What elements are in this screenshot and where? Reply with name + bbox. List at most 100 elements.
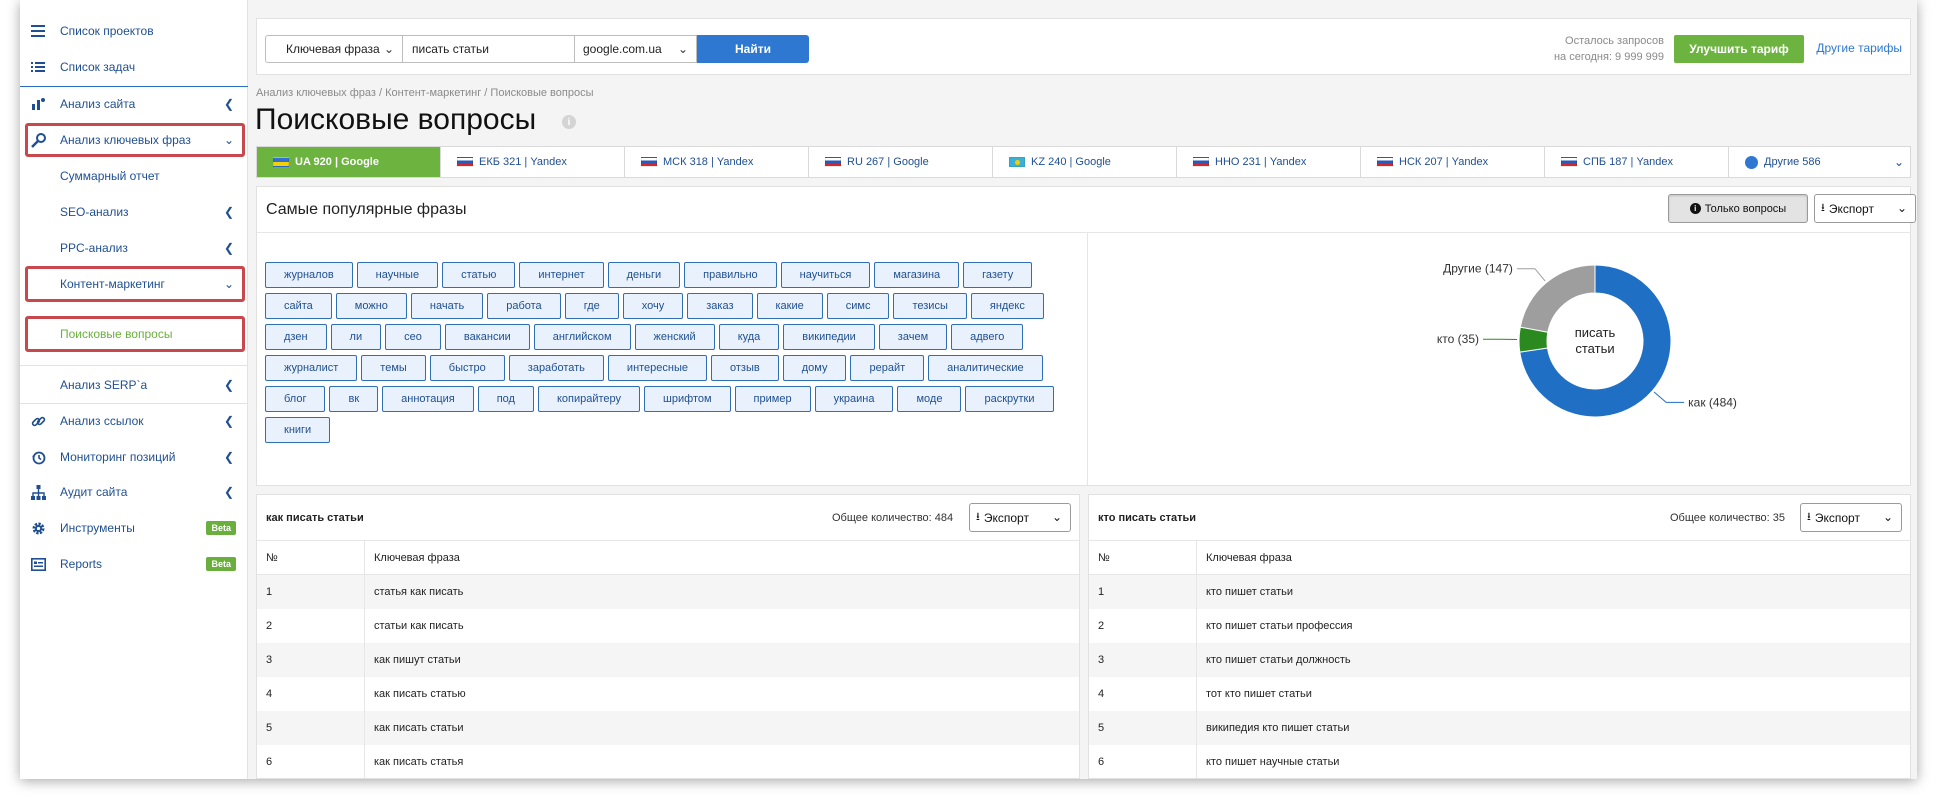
phrase-tag[interactable]: газету xyxy=(963,262,1033,288)
phrase-tag[interactable]: журналов xyxy=(265,262,353,288)
phrase-tag[interactable]: женский xyxy=(634,324,715,350)
sidebar-item-keyword-analysis[interactable]: Анализ ключевых фраз ⌄ xyxy=(20,123,248,157)
export-button[interactable]: ⭳ Экспорт ⌄ xyxy=(969,503,1071,532)
find-button[interactable]: Найти xyxy=(697,35,809,63)
sidebar-item-positions[interactable]: Мониторинг позиций ❮ xyxy=(20,440,248,474)
phrase-tag[interactable]: книги xyxy=(265,417,331,443)
sidebar-item-site-analysis[interactable]: Анализ сайта ❮ xyxy=(20,87,248,121)
phrase-tag[interactable]: заработать xyxy=(508,355,604,381)
phrase-tag[interactable]: работа xyxy=(487,293,561,319)
phrase-tag[interactable]: где xyxy=(564,293,619,319)
phrase-tag[interactable]: блог xyxy=(265,386,326,412)
sidebar-item-content-marketing[interactable]: Контент-маркетинг ⌄ xyxy=(20,267,248,301)
phrase-tag[interactable]: куда xyxy=(718,324,780,350)
table-row[interactable]: 1 статья как писать xyxy=(257,575,1079,609)
tab-ekb-yandex[interactable]: ЕКБ 321 | Yandex xyxy=(441,147,625,177)
phrase-tag[interactable]: интересные xyxy=(607,355,708,381)
phrase-tag[interactable]: журналист xyxy=(265,355,358,381)
sidebar-item-summary[interactable]: Суммарный отчет xyxy=(20,159,248,193)
column-keyword[interactable]: Ключевая фраза xyxy=(1197,541,1910,574)
phrase-tag[interactable]: яндекс xyxy=(970,293,1044,319)
column-keyword[interactable]: Ключевая фраза xyxy=(365,541,1079,574)
phrase-tag[interactable]: дому xyxy=(782,355,847,381)
phrase-tag[interactable]: быстро xyxy=(429,355,505,381)
column-number[interactable]: № xyxy=(257,541,365,574)
sidebar-item-reports[interactable]: Reports Beta xyxy=(20,547,248,581)
phrase-tag[interactable]: английском xyxy=(533,324,631,350)
phrase-tag[interactable]: пример xyxy=(734,386,811,412)
phrase-tag[interactable]: интернет xyxy=(519,262,604,288)
phrase-tag[interactable]: отзыв xyxy=(711,355,779,381)
table-row[interactable]: 2 статьи как писать xyxy=(257,609,1079,643)
table-row[interactable]: 5 как писать статьи xyxy=(257,711,1079,745)
phrase-tag[interactable]: научные xyxy=(356,262,439,288)
phrase-tag[interactable]: википедии xyxy=(783,324,875,350)
phrase-tag[interactable]: моде xyxy=(897,386,962,412)
donut-slice[interactable] xyxy=(1519,264,1596,333)
breadcrumb[interactable]: Анализ ключевых фраз / Контент-маркетинг… xyxy=(256,87,594,99)
upgrade-tariff-button[interactable]: Улучшить тариф xyxy=(1674,35,1804,63)
tab-kz-google[interactable]: KZ 240 | Google xyxy=(993,147,1177,177)
sidebar-item-serp-analysis[interactable]: Анализ SERP`а ❮ xyxy=(20,368,248,402)
phrase-tag[interactable]: хочу xyxy=(622,293,684,319)
phrase-tag[interactable]: рерайт xyxy=(850,355,925,381)
phrase-tag[interactable]: начать xyxy=(410,293,484,319)
column-number[interactable]: № xyxy=(1089,541,1197,574)
search-type-select[interactable]: Ключевая фраза ⌄ xyxy=(265,35,403,63)
table-row[interactable]: 4 тот кто пишет статьи xyxy=(1089,677,1910,711)
phrase-tag[interactable]: аннотация xyxy=(382,386,474,412)
phrase-tag[interactable]: тезисы xyxy=(893,293,967,319)
table-row[interactable]: 6 кто пишет научные статьи xyxy=(1089,745,1910,778)
phrase-tag[interactable]: заказ xyxy=(687,293,753,319)
phrase-tag[interactable]: вк xyxy=(329,386,379,412)
phrase-tag[interactable]: вакансии xyxy=(444,324,530,350)
phrase-tag[interactable]: можно xyxy=(335,293,407,319)
phrase-tag[interactable]: деньги xyxy=(607,262,681,288)
sidebar-item-tasks[interactable]: Список задач xyxy=(20,50,248,84)
export-button[interactable]: ⭳ Экспорт ⌄ xyxy=(1800,503,1902,532)
table-row[interactable]: 3 кто пишет статьи должность xyxy=(1089,643,1910,677)
phrase-tag[interactable]: сайта xyxy=(265,293,332,319)
table-row[interactable]: 5 википедия кто пишет статьи xyxy=(1089,711,1910,745)
table-row[interactable]: 4 как писать статью xyxy=(257,677,1079,711)
sidebar-item-tools[interactable]: Инструменты Beta xyxy=(20,511,248,545)
phrase-tag[interactable]: симс xyxy=(826,293,890,319)
export-button[interactable]: ⭳ Экспорт ⌄ xyxy=(1814,194,1916,223)
phrase-tag[interactable]: копирайтеру xyxy=(537,386,641,412)
phrase-tag[interactable]: дзен xyxy=(265,324,327,350)
phrase-tag[interactable]: научиться xyxy=(780,262,871,288)
search-engine-select[interactable]: google.com.ua ⌄ xyxy=(575,35,697,63)
info-icon[interactable]: i xyxy=(562,115,576,129)
phrase-tag[interactable]: ли xyxy=(330,324,382,350)
table-row[interactable]: 3 как пишут статьи xyxy=(257,643,1079,677)
tab-ru-google[interactable]: RU 267 | Google xyxy=(809,147,993,177)
other-tariffs-link[interactable]: Другие тарифы xyxy=(1816,41,1902,55)
phrase-tag[interactable]: адвего xyxy=(951,324,1024,350)
phrase-tag[interactable]: магазина xyxy=(874,262,960,288)
sidebar-item-audit[interactable]: Аудит сайта ❮ xyxy=(20,475,248,509)
sidebar-item-links[interactable]: Анализ ссылок ❮ xyxy=(20,404,248,438)
phrase-tag[interactable]: сео xyxy=(385,324,441,350)
tab-ua-google[interactable]: UA 920 | Google xyxy=(257,147,441,177)
search-input[interactable] xyxy=(403,35,575,63)
sidebar-item-search-questions[interactable]: Поисковые вопросы xyxy=(20,317,248,351)
phrase-tag[interactable]: правильно xyxy=(684,262,777,288)
phrase-tag[interactable]: раскрутки xyxy=(965,386,1054,412)
phrase-tag[interactable]: какие xyxy=(756,293,823,319)
sidebar-item-projects[interactable]: Список проектов xyxy=(20,14,248,48)
phrase-tag[interactable]: украина xyxy=(814,386,894,412)
tab-nno-yandex[interactable]: ННО 231 | Yandex xyxy=(1177,147,1361,177)
phrase-tag[interactable]: под xyxy=(477,386,534,412)
phrase-tag[interactable]: аналитические xyxy=(928,355,1043,381)
tab-msk-yandex[interactable]: МСК 318 | Yandex xyxy=(625,147,809,177)
sidebar-item-seo[interactable]: SEO-анализ ❮ xyxy=(20,195,248,229)
phrase-tag[interactable]: темы xyxy=(361,355,426,381)
table-row[interactable]: 2 кто пишет статьи профессия xyxy=(1089,609,1910,643)
phrase-tag[interactable]: статью xyxy=(442,262,516,288)
tab-spb-yandex[interactable]: СПБ 187 | Yandex xyxy=(1545,147,1729,177)
phrase-tag[interactable]: шрифтом xyxy=(644,386,731,412)
tab-nsk-yandex[interactable]: НСК 207 | Yandex xyxy=(1361,147,1545,177)
table-row[interactable]: 6 как писать статья xyxy=(257,745,1079,778)
sidebar-item-ppc[interactable]: PPC-анализ ❮ xyxy=(20,231,248,265)
tab-others[interactable]: Другие 586 ⌄ xyxy=(1729,147,1910,177)
